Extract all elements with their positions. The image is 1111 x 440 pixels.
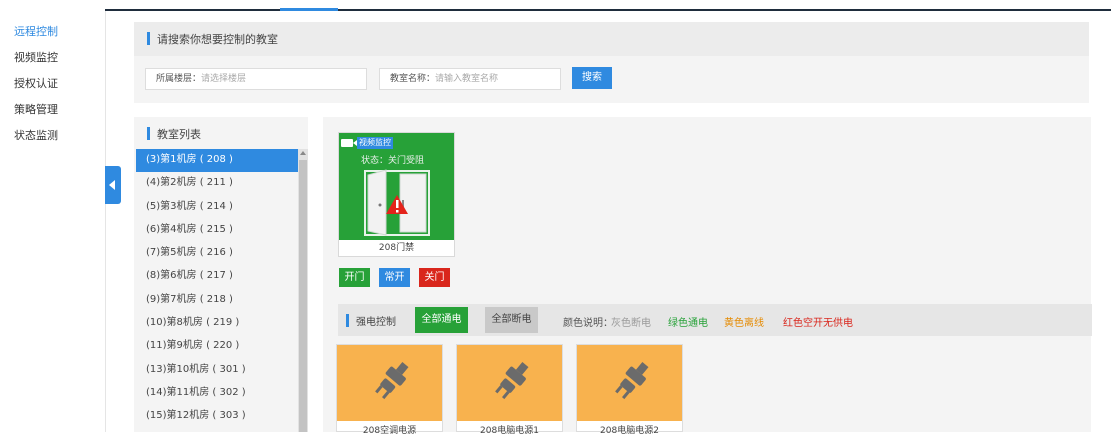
room-list-item[interactable]: (13)第10机房 ( 301 ) xyxy=(136,359,298,382)
legend-label: 颜色说明： xyxy=(563,318,613,329)
sidebar-nav: 远程控制 视频监控 授权认证 策略管理 状态监测 xyxy=(0,22,100,152)
sidebar-item-video-monitor[interactable]: 视频监控 xyxy=(0,48,100,74)
door-status-area: 视频监控 状态：关门受阻 xyxy=(339,133,454,240)
room-list-panel: 教室列表 (3)第1机房 ( 208 ) (4)第2机房 ( 211 ) (5)… xyxy=(134,117,308,432)
room-list-scrollbar[interactable] xyxy=(298,149,308,432)
legend-no-supply: 红色空开无供电 xyxy=(783,318,853,329)
room-name-placeholder: 请输入教室名称 xyxy=(435,74,499,84)
room-name-label: 教室名称： xyxy=(390,74,436,84)
room-list-item[interactable]: (5)第3机房 ( 214 ) xyxy=(136,196,298,219)
floor-placeholder: 请选择楼层 xyxy=(201,74,247,84)
room-list-item[interactable]: (3)第1机房 ( 208 ) xyxy=(136,149,298,173)
power-device-name: 208空调电源 xyxy=(362,426,417,436)
power-device-name: 208电脑电源1 xyxy=(480,426,539,436)
power-control-toolbar: 强电控制 全部通电 全部断电 颜色说明： 灰色断电 绿色通电 黄色离线 红色空开… xyxy=(338,304,1092,336)
room-list-item[interactable]: (7)第5机房 ( 216 ) xyxy=(136,242,298,265)
room-name-input[interactable]: 教室名称：请输入教室名称 xyxy=(379,68,561,90)
video-tag[interactable]: 视频监控 xyxy=(341,137,393,149)
power-device-status xyxy=(577,345,682,421)
power-device-status xyxy=(457,345,562,421)
sidebar-collapse-button[interactable] xyxy=(105,166,121,204)
sidebar-item-policy[interactable]: 策略管理 xyxy=(0,100,100,126)
sidebar-item-authorization[interactable]: 授权认证 xyxy=(0,74,100,100)
scrollbar-thumb[interactable] xyxy=(299,160,307,432)
room-list-item[interactable]: (8)第6机房 ( 217 ) xyxy=(136,265,298,288)
power-device-card[interactable]: 208空调电源 xyxy=(336,344,443,436)
section-marker xyxy=(147,127,150,140)
search-panel: 请搜索你想要控制的教室 所属楼层：请选择楼层 教室名称：请输入教室名称 搜索 xyxy=(134,22,1089,103)
room-list-item[interactable]: (4)第2机房 ( 211 ) xyxy=(136,172,298,195)
room-list-item[interactable]: (6)第4机房 ( 215 ) xyxy=(136,219,298,242)
search-button[interactable]: 搜索 xyxy=(572,67,612,89)
section-marker xyxy=(147,32,150,45)
scroll-up-icon[interactable] xyxy=(300,151,306,155)
video-tag-label: 视频监控 xyxy=(357,137,393,149)
power-device-status xyxy=(337,345,442,421)
camera-icon xyxy=(341,139,357,147)
power-device-card[interactable]: 208电脑电源2 xyxy=(576,344,683,436)
room-list-title: 教室列表 xyxy=(157,128,201,141)
all-power-on-button[interactable]: 全部通电 xyxy=(415,307,468,333)
room-list-item[interactable]: (10)第8机房 ( 219 ) xyxy=(136,312,298,335)
plug-icon xyxy=(615,362,649,400)
plug-icon xyxy=(495,362,529,400)
section-marker xyxy=(346,314,349,327)
room-list: (3)第1机房 ( 208 ) (4)第2机房 ( 211 ) (5)第3机房 … xyxy=(136,149,298,429)
door-status-text: 状态：关门受阻 xyxy=(361,156,425,166)
room-list-item[interactable]: (14)第11机房 ( 302 ) xyxy=(136,382,298,405)
search-header: 请搜索你想要控制的教室 xyxy=(134,22,1089,56)
sidebar-item-status[interactable]: 状态监测 xyxy=(0,126,100,152)
plug-icon xyxy=(375,362,409,400)
search-title: 请搜索你想要控制的教室 xyxy=(157,33,278,46)
door-card[interactable]: 视频监控 状态：关门受阻 208门禁 xyxy=(338,132,455,257)
floor-select[interactable]: 所属楼层：请选择楼层 xyxy=(145,68,367,90)
door-icon xyxy=(364,169,430,236)
legend-off: 灰色断电 xyxy=(611,318,651,329)
sidebar-separator xyxy=(105,11,106,432)
room-list-item[interactable]: (11)第9机房 ( 220 ) xyxy=(136,335,298,358)
room-list-header: 教室列表 xyxy=(134,117,308,149)
sidebar-item-remote-control[interactable]: 远程控制 xyxy=(0,22,100,48)
room-list-item[interactable]: (9)第7机房 ( 218 ) xyxy=(136,289,298,312)
legend-offline: 黄色离线 xyxy=(724,318,764,329)
close-door-button[interactable]: 关门 xyxy=(419,268,450,287)
all-power-off-button[interactable]: 全部断电 xyxy=(485,307,538,333)
chevron-left-icon xyxy=(109,180,115,190)
power-device-card[interactable]: 208电脑电源1 xyxy=(456,344,563,436)
legend-on: 绿色通电 xyxy=(668,318,708,329)
top-divider xyxy=(105,9,1111,11)
door-name: 208门禁 xyxy=(378,243,415,253)
floor-label: 所属楼层： xyxy=(156,74,202,84)
power-device-name: 208电脑电源2 xyxy=(600,426,659,436)
power-control-title: 强电控制 xyxy=(356,317,396,328)
top-active-indicator xyxy=(280,8,338,11)
always-open-button[interactable]: 常开 xyxy=(379,268,410,287)
room-list-item[interactable]: (15)第12机房 ( 303 ) xyxy=(136,405,298,428)
open-door-button[interactable]: 开门 xyxy=(339,268,370,287)
